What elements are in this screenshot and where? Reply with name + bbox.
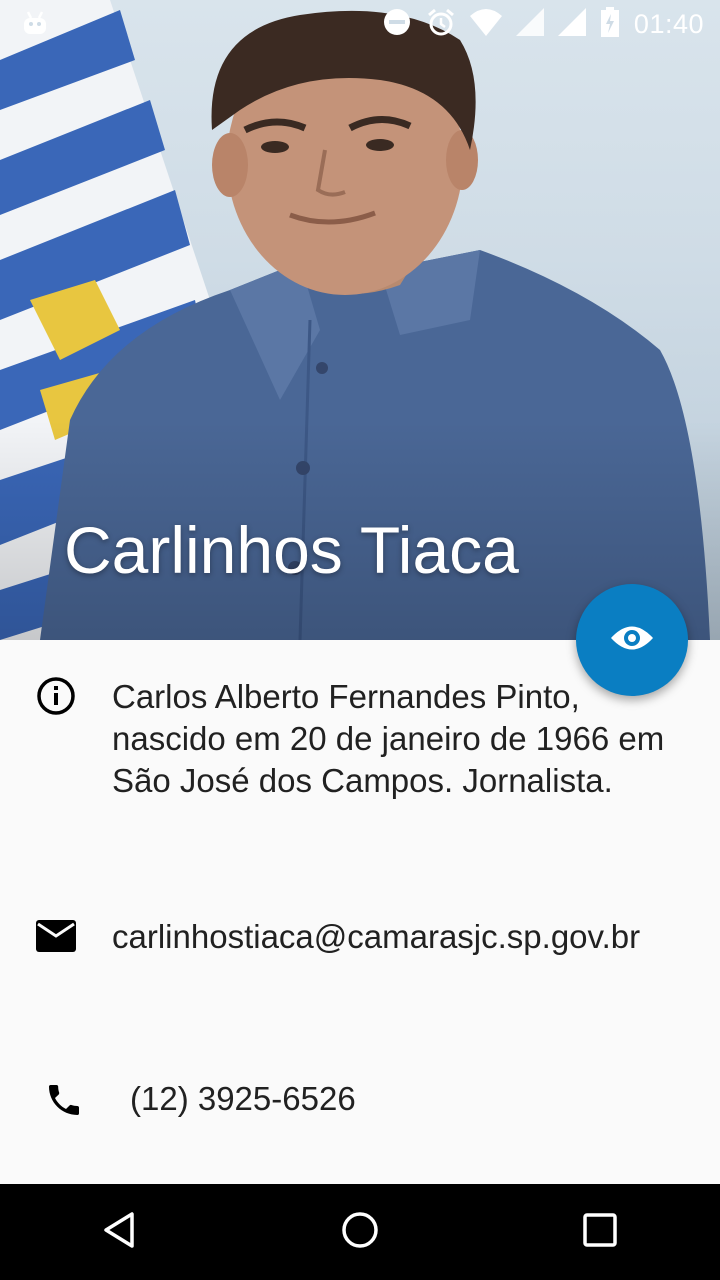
home-icon	[340, 1210, 380, 1255]
info-icon	[36, 676, 76, 721]
eye-icon	[609, 623, 655, 658]
view-button[interactable]	[576, 584, 688, 696]
cell-signal-icon	[557, 7, 586, 41]
back-button[interactable]	[72, 1184, 168, 1280]
recents-button[interactable]	[552, 1184, 648, 1280]
battery-charging-icon	[600, 6, 620, 42]
navigation-bar	[0, 1184, 720, 1280]
status-time: 01:40	[633, 8, 704, 39]
phone-text[interactable]: (12) 3925-6526	[130, 1078, 690, 1120]
home-button[interactable]	[312, 1184, 408, 1280]
bio-row: Carlos Alberto Fernandes Pinto, nascido …	[0, 676, 720, 856]
alarm-icon	[426, 7, 456, 42]
email-icon	[36, 920, 76, 957]
back-icon	[100, 1210, 140, 1255]
android-debug-icon	[22, 10, 48, 41]
email-text[interactable]: carlinhostiaca@camarasjc.sp.gov.br	[112, 916, 690, 958]
phone-icon	[44, 1080, 84, 1125]
profile-name: Carlinhos Tiaca	[64, 513, 519, 587]
status-bar: 01:40	[0, 0, 720, 48]
wifi-icon	[469, 8, 502, 41]
bio-text: Carlos Alberto Fernandes Pinto, nascido …	[112, 678, 665, 799]
cell-signal-icon	[515, 7, 544, 41]
do-not-disturb-icon	[382, 7, 412, 42]
phone-row[interactable]: (12) 3925-6526	[0, 1078, 720, 1138]
email-row[interactable]: carlinhostiaca@camarasjc.sp.gov.br	[0, 916, 720, 1016]
recents-icon	[582, 1212, 618, 1253]
